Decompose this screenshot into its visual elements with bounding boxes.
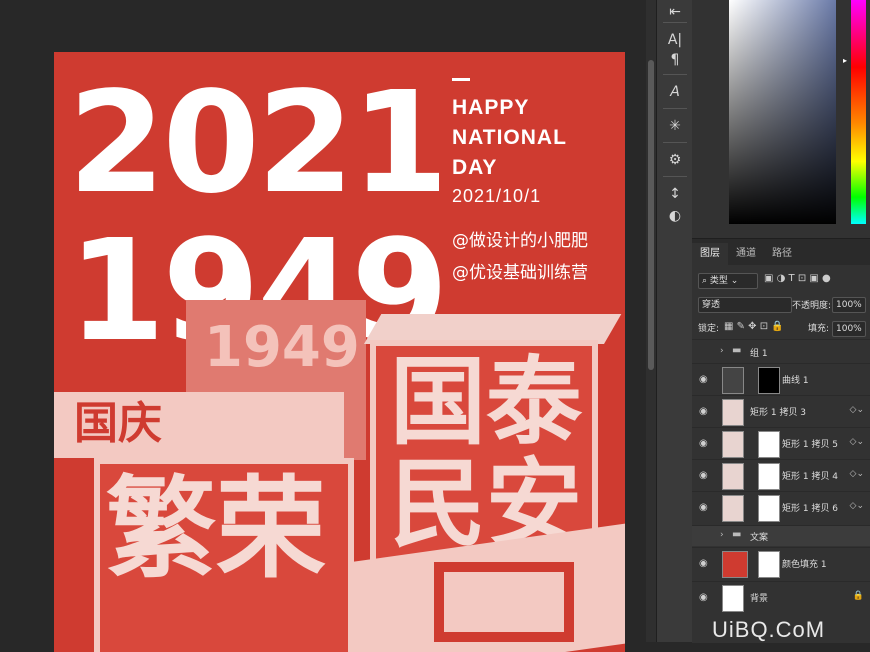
tab-layers[interactable]: 图层 <box>692 243 728 265</box>
tool-separator <box>663 142 687 143</box>
cube-fanrong-text: 繁荣 <box>106 465 326 593</box>
hue-slider[interactable] <box>851 0 866 224</box>
filter-kind-select[interactable]: ⌕ 类型 ⌄ <box>698 273 758 289</box>
layer-name: 矩形 1 拷贝 6 <box>782 504 839 514</box>
curves-adjust-icon <box>722 367 744 394</box>
expand-chevron-icon[interactable]: › <box>720 346 724 356</box>
layer-group-wenan[interactable]: › ▬ 文案 <box>692 525 870 546</box>
eng-line-happy: HAPPY <box>452 96 530 119</box>
properties-icon[interactable]: ◐ <box>657 204 693 228</box>
color-fill-thumb <box>722 551 748 578</box>
layer-name: 矩形 1 拷贝 5 <box>782 440 839 450</box>
cube-top-text: 国庆 <box>74 398 162 449</box>
tab-channels[interactable]: 通道 <box>728 243 764 265</box>
smart-object-icon[interactable]: ◇⌄ <box>850 469 864 479</box>
layer-mask-thumb <box>758 367 780 394</box>
blend-mode-value: 穿透 <box>702 300 721 310</box>
eye-icon[interactable]: ◉ <box>699 406 711 418</box>
layer-rect-copy-4[interactable]: ◉ 矩形 1 拷贝 4 ◇⌄ <box>692 459 870 492</box>
eng-line-national: NATIONAL <box>452 126 567 149</box>
handle-1: @做设计的小肥肥 <box>452 231 588 251</box>
fill-label: 填充: <box>808 324 830 334</box>
title-rule <box>452 78 470 81</box>
cube-fanrong: 国庆 繁荣 <box>54 392 354 652</box>
layer-thumb <box>722 495 744 522</box>
fill-field[interactable]: 100% <box>832 321 866 337</box>
canvas-scroll-thumb[interactable] <box>648 60 654 370</box>
layer-mask-thumb <box>758 463 780 490</box>
layer-group-1[interactable]: › ▬ 组 1 <box>692 339 870 364</box>
layer-mask-thumb <box>758 495 780 522</box>
eye-icon[interactable]: ◉ <box>699 558 711 570</box>
opacity-field[interactable]: 100% <box>832 297 866 313</box>
layer-name: 矩形 1 拷贝 4 <box>782 472 839 482</box>
tab-paths[interactable]: 路径 <box>764 243 800 265</box>
cube-guotai-text: 国泰 <box>390 346 582 458</box>
layer-thumb <box>722 399 744 426</box>
layers-panel: 图层 通道 路径 ⌕ 类型 ⌄ ▣ ◑ T ⊡ ▣ ● 穿透 不透明度: 100… <box>692 238 870 643</box>
cube-1949-text: 1949 <box>204 315 360 380</box>
year-2021-text: 2021 <box>68 62 449 225</box>
layer-name: 组 1 <box>750 349 768 359</box>
tool-separator <box>663 176 687 177</box>
layer-curves-1[interactable]: ◉ 曲线 1 <box>692 363 870 396</box>
eye-icon[interactable]: ◉ <box>699 470 711 482</box>
tool-separator <box>663 74 687 75</box>
cube-bottom-right <box>354 522 625 652</box>
layer-mask-thumb <box>758 431 780 458</box>
hue-marker-icon[interactable]: ▸ <box>843 56 847 65</box>
align-icon[interactable]: ⇤ <box>657 0 693 24</box>
smart-object-icon[interactable]: ◇⌄ <box>850 501 864 511</box>
tool-separator <box>663 108 687 109</box>
eye-icon[interactable]: ◉ <box>699 438 711 450</box>
layer-thumb <box>722 585 744 612</box>
paragraph-panel-icon[interactable]: ¶ <box>657 48 693 72</box>
adjustments-panel-icon[interactable]: ⚙ <box>657 148 693 172</box>
layer-thumb <box>722 463 744 490</box>
smart-object-icon[interactable]: ◇⌄ <box>850 405 864 415</box>
eye-icon[interactable]: ◉ <box>699 502 711 514</box>
tool-separator <box>663 22 687 23</box>
document-canvas[interactable]: 2021 1949 HAPPY NATIONAL DAY 2021/10/1 @… <box>0 0 656 652</box>
layers-tabs: 图层 通道 路径 <box>692 239 870 265</box>
opacity-label: 不透明度: <box>792 301 832 311</box>
watermark-text: UiBQ.CoM <box>712 617 826 642</box>
folder-icon: ▬ <box>732 345 742 356</box>
filter-kind-label: 类型 <box>709 276 728 286</box>
panel-tool-strip: ⇤ A| ¶ A ✳ ⚙ ↕ ◐ <box>656 0 693 642</box>
lock-label: 锁定: <box>698 324 720 334</box>
date-text: 2021/10/1 <box>452 186 542 206</box>
folder-icon: ▬ <box>732 529 742 540</box>
layer-rect-copy-3[interactable]: ◉ 矩形 1 拷贝 3 ◇⌄ <box>692 395 870 428</box>
blend-mode-select[interactable]: 穿透 <box>698 297 792 313</box>
expand-chevron-icon[interactable]: › <box>720 530 724 540</box>
layer-name: 矩形 1 拷贝 3 <box>750 408 807 418</box>
layer-rect-copy-6[interactable]: ◉ 矩形 1 拷贝 6 ◇⌄ <box>692 491 870 524</box>
smart-object-icon[interactable]: ◇⌄ <box>850 437 864 447</box>
eng-line-day: DAY <box>452 156 498 179</box>
layer-background[interactable]: ◉ 背景 🔒 <box>692 581 870 614</box>
layer-color-fill-1[interactable]: ◉ 颜色填充 1 <box>692 547 870 580</box>
layer-name: 文案 <box>750 533 769 543</box>
brush-settings-icon[interactable]: ✳ <box>657 114 693 138</box>
eye-icon[interactable]: ◉ <box>699 374 711 386</box>
layer-name: 颜色填充 1 <box>782 560 827 570</box>
color-picker-panel: ▸ <box>692 0 870 238</box>
layer-name: 背景 <box>750 594 769 604</box>
glyphs-panel-icon[interactable]: A <box>657 80 693 104</box>
filter-icons[interactable]: ▣ ◑ T ⊡ ▣ ● <box>764 273 831 284</box>
layer-rect-copy-5[interactable]: ◉ 矩形 1 拷贝 5 ◇⌄ <box>692 427 870 460</box>
channel-icon[interactable]: ↕ <box>657 182 693 206</box>
eye-icon[interactable]: ◉ <box>699 592 711 604</box>
handle-2: @优设基础训练营 <box>452 263 588 283</box>
layer-mask-thumb <box>758 551 780 578</box>
layer-name: 曲线 1 <box>782 376 809 386</box>
lock-icons[interactable]: ▦ ✎ ✥ ⊡ 🔒 <box>724 321 784 332</box>
layer-thumb <box>722 431 744 458</box>
lock-icon[interactable]: 🔒 <box>853 591 864 601</box>
color-field[interactable] <box>729 0 836 224</box>
poster-artwork: 2021 1949 HAPPY NATIONAL DAY 2021/10/1 @… <box>54 52 625 652</box>
